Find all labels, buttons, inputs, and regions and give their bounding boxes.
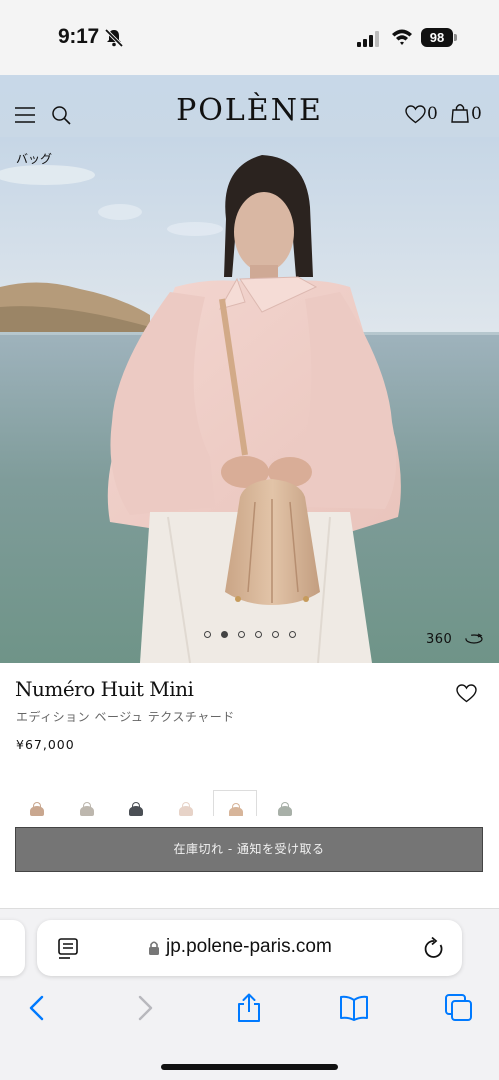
cellular-signal-icon [357,31,379,47]
product-name: Numéro Huit Mini [15,677,194,701]
add-to-wishlist-heart-icon[interactable] [456,684,477,703]
back-icon[interactable] [22,993,52,1023]
product-price: ¥67,000 [16,737,75,752]
product-hero-image[interactable] [0,137,499,663]
shopping-bag-icon[interactable] [451,103,469,123]
swatch-bag-thumbnail [129,802,143,816]
page-menu-icon[interactable] [58,938,78,960]
swatch-bag-thumbnail [30,802,44,816]
breadcrumb-category[interactable]: バッグ [16,150,52,167]
carousel-dot[interactable] [272,631,279,638]
swatch-bag-thumbnail [278,802,292,816]
color-swatch[interactable] [114,790,158,816]
bookmarks-icon[interactable] [339,993,369,1023]
heart-icon[interactable] [405,105,426,124]
carousel-dot[interactable] [289,631,296,638]
product-edition: エディション ベージュ テクスチャード [16,710,235,724]
swatch-bag-thumbnail [179,802,193,816]
forward-icon[interactable] [130,993,160,1023]
battery-indicator: 98 [421,28,457,47]
previous-tab-card[interactable] [0,920,25,976]
color-swatch[interactable] [164,790,208,816]
cart-count[interactable]: 0 [471,104,482,124]
view-360-button[interactable]: 360 [426,632,452,647]
swatch-bag-thumbnail [229,803,243,816]
color-swatch[interactable] [65,790,109,816]
hero-photo [0,137,499,663]
carousel-dot-active[interactable] [221,631,228,638]
tabs-icon[interactable] [444,993,474,1023]
share-icon[interactable] [234,993,264,1023]
carousel-dots [204,631,296,638]
color-swatch[interactable] [15,790,59,816]
battery-level: 98 [421,28,453,47]
battery-cap [454,34,457,41]
lock-icon [149,941,159,955]
reload-icon[interactable] [423,936,445,960]
color-swatch[interactable] [213,790,257,816]
color-swatch[interactable] [263,790,307,816]
wifi-icon [392,29,412,45]
color-swatches [15,790,485,816]
carousel-dot[interactable] [255,631,262,638]
rotate-360-icon[interactable] [465,633,483,645]
status-time: 9:17 [58,25,99,48]
bell-slash-icon [104,28,124,48]
notify-when-available-button[interactable]: 在庫切れ - 通知を受け取る [15,827,483,872]
carousel-dot[interactable] [238,631,245,638]
carousel-dot[interactable] [204,631,211,638]
wishlist-count[interactable]: 0 [427,104,438,124]
url-text[interactable]: jp.polene-paris.com [166,936,332,958]
home-indicator [161,1064,338,1070]
swatch-bag-thumbnail [80,802,94,816]
